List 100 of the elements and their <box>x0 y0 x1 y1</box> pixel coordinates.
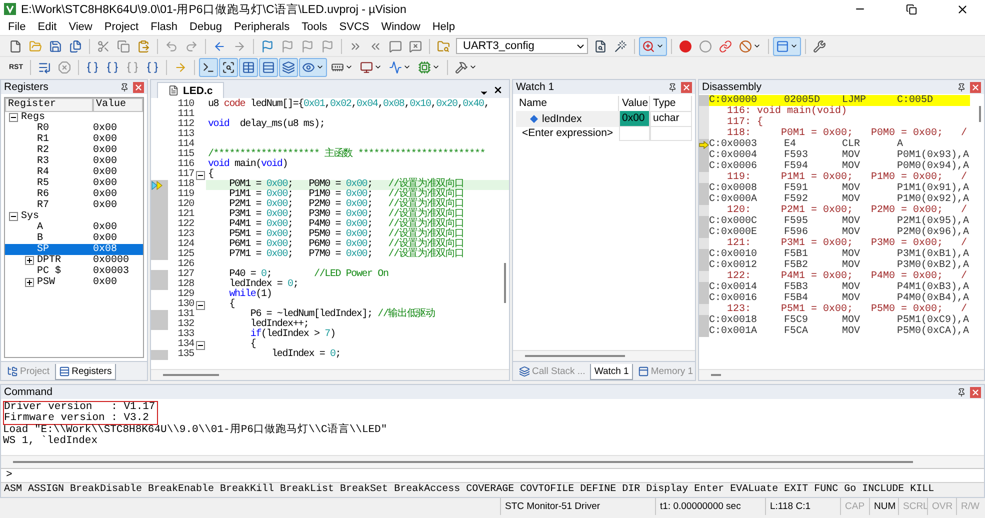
config-select[interactable]: UART3_config <box>456 38 588 54</box>
table-button[interactable] <box>239 58 258 76</box>
operand-text: P5M0(0xCA),A <box>897 326 970 337</box>
column-header[interactable]: Register <box>5 98 93 112</box>
terminal-button[interactable] <box>199 58 218 76</box>
layers-icon <box>519 366 530 377</box>
collapse-icon[interactable] <box>196 340 204 350</box>
register-value: 0x00 <box>93 277 118 288</box>
status-indicator: SCRL <box>898 498 927 515</box>
file-icon <box>168 85 179 96</box>
line-number: 114 <box>176 140 194 150</box>
menu-item[interactable]: Peripherals <box>228 18 296 34</box>
close-button[interactable] <box>133 82 144 92</box>
step-out-icon <box>126 60 139 74</box>
pin-icon[interactable] <box>668 82 677 92</box>
folder-search-icon <box>437 40 450 52</box>
source-line: 119: P1M1 = 0x00; P1M0 = 0x00; / <box>727 172 968 183</box>
panel-tab[interactable]: Registers <box>54 364 116 380</box>
pin-icon[interactable] <box>120 82 129 92</box>
window-button[interactable] <box>773 36 801 56</box>
mnemonic-text: LJMP <box>842 95 868 106</box>
menu-item[interactable]: Help <box>426 18 461 34</box>
address-text: C:0x000E <box>709 227 758 238</box>
vertical-scrollbar[interactable] <box>504 263 506 303</box>
register-name: R5 <box>37 178 50 189</box>
back-arrow-icon <box>213 40 226 52</box>
restore-icon <box>906 4 916 14</box>
menu-item[interactable]: Tools <box>296 18 334 34</box>
layers-button[interactable] <box>279 58 298 76</box>
menu-item[interactable]: Window <box>375 18 426 34</box>
collapse-icon[interactable] <box>196 300 204 310</box>
pin-icon[interactable] <box>957 82 966 92</box>
window-icon <box>638 366 649 377</box>
close-button[interactable] <box>970 386 981 398</box>
selected-row[interactable]: SP 0x08 <box>5 244 143 255</box>
expand-icon[interactable] <box>25 278 34 287</box>
menu-item[interactable]: File <box>2 18 32 34</box>
menu-item[interactable]: Edit <box>32 18 63 34</box>
rows-icon <box>262 60 275 74</box>
new-file-icon <box>9 40 22 52</box>
register-name: R1 <box>37 134 50 145</box>
menu-item[interactable]: Debug <box>184 18 228 34</box>
line-number: 122 <box>176 220 194 230</box>
eye-icon <box>302 60 315 74</box>
stop-icon <box>58 60 71 74</box>
expression-input[interactable]: <Enter expression> <box>516 126 622 140</box>
operand-text: P1M0(0x92),A <box>897 194 970 205</box>
mnemonic-text: CLR <box>842 139 862 150</box>
window-title: E:\Work\STC8H8K64U\9.0\01-用P6口做跑马灯\C语言\LED.uvproj - µVision <box>21 2 408 16</box>
table-icon <box>242 60 255 74</box>
menu-item[interactable]: SVCS <box>333 18 376 34</box>
menu-item[interactable]: Flash <box>144 18 184 34</box>
undo-icon <box>165 40 178 52</box>
close-button[interactable] <box>970 82 981 92</box>
mnemonic-text: MOV <box>842 249 862 260</box>
close-icon[interactable] <box>493 85 503 95</box>
column-header[interactable]: Type <box>650 96 692 112</box>
vertical-scrollbar[interactable] <box>979 106 981 122</box>
file-tab[interactable]: LED.c <box>157 82 224 98</box>
debug-magnifier-button[interactable] <box>639 36 667 56</box>
code-line: ledIndex = 0; <box>228 280 300 290</box>
rows-button[interactable] <box>259 58 278 76</box>
column-header[interactable]: Value <box>93 98 143 112</box>
address-text: C:0x000A <box>709 194 758 205</box>
line-number: 120 <box>176 200 194 210</box>
menu-item[interactable]: Project <box>98 18 145 34</box>
line-number: 112 <box>176 120 194 130</box>
eye-button[interactable] <box>299 58 327 76</box>
caret-icon <box>790 42 798 50</box>
forward-arrow-icon <box>233 40 246 52</box>
horizontal-scrollbar[interactable] <box>13 460 913 463</box>
register-value: 0x0003 <box>93 266 130 277</box>
panel-tab[interactable]: Watch 1 <box>590 364 633 380</box>
collapse-icon[interactable] <box>9 212 18 221</box>
caret-icon <box>403 63 411 71</box>
caret-icon <box>656 42 664 50</box>
scan-search-button[interactable] <box>219 58 238 76</box>
pin-icon[interactable] <box>957 388 966 396</box>
horizontal-scrollbar[interactable] <box>525 355 625 357</box>
register-name: Sys <box>21 211 40 222</box>
line-number: 135 <box>176 350 194 360</box>
collapse-icon[interactable] <box>9 113 18 122</box>
line-number: 110 <box>176 100 194 110</box>
register-name: R4 <box>37 167 50 178</box>
line-number: 128 <box>176 280 194 290</box>
opcode-text: F595 <box>784 216 810 227</box>
expand-icon[interactable] <box>25 256 34 265</box>
layers-icon <box>282 60 295 74</box>
collapse-icon[interactable] <box>196 170 204 180</box>
caret-icon <box>432 63 440 71</box>
output-line: Driver version : V1.17 <box>4 402 156 413</box>
menu-item[interactable]: View <box>62 18 98 34</box>
hollow-circle-icon <box>699 40 712 52</box>
caret-icon <box>469 63 477 71</box>
horizontal-scrollbar[interactable] <box>711 374 721 376</box>
ban-icon <box>739 40 752 52</box>
code-line: ledIndex = 0; <box>270 350 342 360</box>
horizontal-scrollbar[interactable] <box>163 374 219 376</box>
opcode-text: F592 <box>784 194 810 205</box>
close-button[interactable] <box>681 82 692 92</box>
